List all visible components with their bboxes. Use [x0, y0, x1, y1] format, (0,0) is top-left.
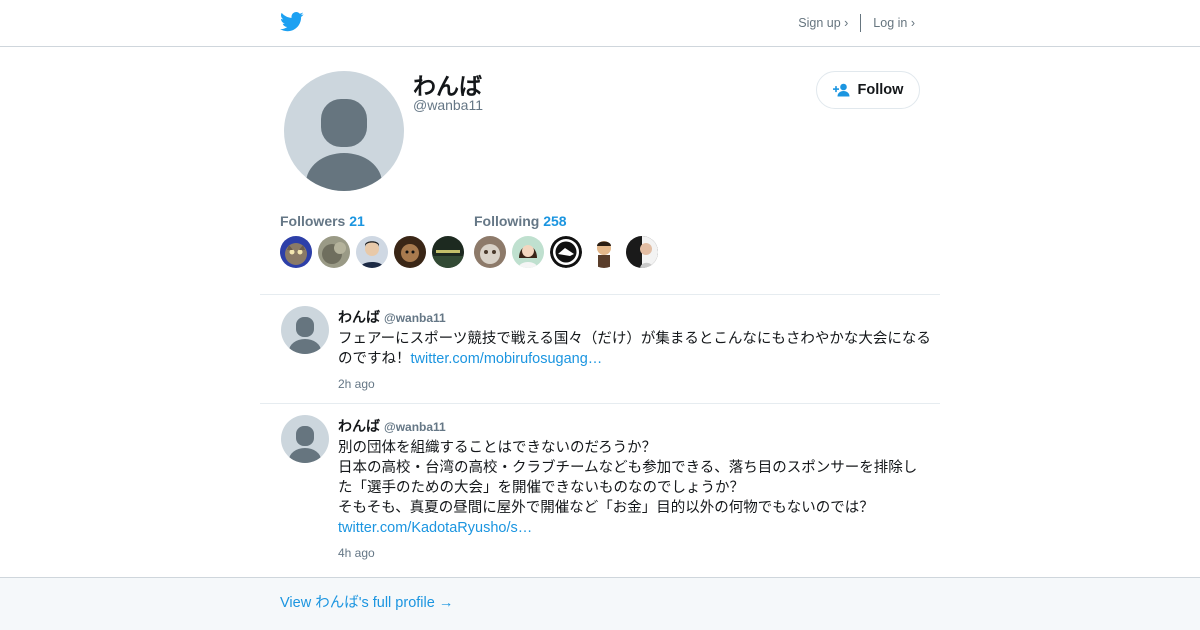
tweet-link[interactable]: twitter.com/mobirufosugang… — [411, 351, 603, 367]
following-avatar[interactable] — [512, 236, 544, 268]
add-user-icon — [832, 83, 850, 97]
following-avatars — [474, 236, 658, 268]
following-stat[interactable]: Following 258 — [474, 213, 567, 229]
nav-divider — [860, 14, 862, 32]
following-avatar[interactable] — [588, 236, 620, 268]
footer-bar: View わんば's full profile → — [0, 577, 1200, 630]
followers-label: Followers — [280, 213, 346, 229]
tweet-header: わんば @wanba11 — [338, 416, 446, 436]
tweet-author-handle[interactable]: @wanba11 — [384, 311, 446, 325]
default-avatar-icon — [289, 317, 321, 354]
follow-button[interactable]: Follow — [816, 71, 920, 109]
tweet-item[interactable]: わんば @wanba11 フェアーにスポーツ競技で戦える国々（だけ）が集まるとこん… — [260, 294, 940, 403]
follower-avatar[interactable] — [394, 236, 426, 268]
default-avatar-icon — [306, 99, 382, 191]
following-label: Following — [474, 213, 540, 229]
tweet-author-name[interactable]: わんば — [338, 418, 380, 434]
follower-avatar[interactable] — [356, 236, 388, 268]
twitter-bird-icon[interactable] — [280, 11, 304, 33]
full-profile-link[interactable]: View わんば's full profile → — [280, 591, 453, 612]
default-avatar-icon — [289, 426, 321, 463]
followers-avatars — [280, 236, 464, 268]
signup-link[interactable]: Sign up › — [798, 16, 848, 30]
tweet-link[interactable]: twitter.com/KadotaRyusho/s… — [338, 520, 532, 536]
top-bar: Sign up › Log in › — [0, 0, 1200, 47]
tweet-author-name[interactable]: わんば — [338, 309, 380, 325]
following-avatar[interactable] — [474, 236, 506, 268]
follower-avatar[interactable] — [280, 236, 312, 268]
login-link[interactable]: Log in › — [873, 16, 915, 30]
following-count: 258 — [543, 213, 567, 229]
tweet-header: わんば @wanba11 — [338, 307, 446, 327]
tweet-text: フェアーにスポーツ競技で戦える国々（だけ）が集まるとこんなにもさわやかな大会にな… — [338, 329, 933, 369]
tweet-avatar[interactable] — [281, 306, 329, 354]
following-avatar[interactable] — [550, 236, 582, 268]
profile-handle: @wanba11 — [413, 97, 483, 113]
tweet-body-text: 別の団体を組織することはできないのだろうか？ 日本の高校・台湾の高校・クラブチー… — [338, 440, 918, 516]
profile-name: わんば — [413, 73, 482, 99]
tweet-author-handle[interactable]: @wanba11 — [384, 420, 446, 434]
profile-card: わんば @wanba11 Follow Followers 21 Followi… — [280, 47, 920, 295]
followers-stat[interactable]: Followers 21 — [280, 213, 365, 229]
profile-avatar[interactable] — [284, 71, 404, 191]
tweet-timestamp[interactable]: 4h ago — [338, 546, 375, 560]
tweet-avatar[interactable] — [281, 415, 329, 463]
follow-button-label: Follow — [857, 82, 904, 98]
follower-avatar[interactable] — [318, 236, 350, 268]
auth-nav: Sign up › Log in › — [798, 14, 915, 32]
tweet-text: 別の団体を組織することはできないのだろうか？ 日本の高校・台湾の高校・クラブチー… — [338, 438, 920, 538]
tweet-item[interactable]: わんば @wanba11 別の団体を組織することはできないのだろうか？ 日本の高校… — [260, 403, 940, 577]
tweet-timestamp[interactable]: 2h ago — [338, 377, 375, 391]
following-avatar[interactable] — [626, 236, 658, 268]
followers-count: 21 — [349, 213, 365, 229]
follower-avatar[interactable] — [432, 236, 464, 268]
